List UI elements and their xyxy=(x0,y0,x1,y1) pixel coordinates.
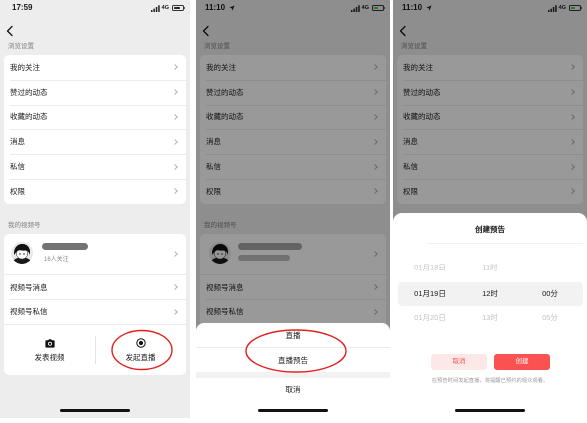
modal-title: 创建预告 xyxy=(475,225,505,234)
home-indicator[interactable] xyxy=(60,409,130,412)
chevron-right-icon xyxy=(172,114,178,120)
menu-item-label: 赞过的动态 xyxy=(10,87,48,97)
chevron-right-icon xyxy=(172,284,178,290)
picker-hour[interactable]: 12时 xyxy=(460,288,520,300)
menu-item-label: 私信 xyxy=(10,162,25,172)
chevron-right-icon xyxy=(172,308,178,315)
menu-item-saved-posts[interactable]: 收藏的动态 xyxy=(4,104,186,130)
annotation-circle xyxy=(245,329,347,373)
menu-item-channel-private-messages[interactable]: 视频号私信 xyxy=(4,299,186,324)
sheet-cancel-button[interactable]: 取消 xyxy=(196,378,390,400)
battery-level xyxy=(173,6,180,10)
home-indicator[interactable] xyxy=(258,409,328,412)
picker-hour[interactable]: 13时 xyxy=(460,312,520,324)
cancel-button[interactable]: 取消 xyxy=(431,354,487,370)
menu-item-label: 收藏的动态 xyxy=(10,112,48,122)
menu-item-messages[interactable]: 消息 xyxy=(4,129,186,154)
menu-item-label: 消息 xyxy=(10,137,25,147)
chevron-right-icon xyxy=(172,64,178,71)
picker-minute[interactable] xyxy=(520,263,580,273)
menu-item-label: 视频号消息 xyxy=(10,282,48,292)
create-preview-modal: 创建预告 01月18日 11时 01月19日 12时 00分 01月20日 13… xyxy=(393,213,587,418)
browse-settings-card: 我的关注 赞过的动态 收藏的动态 消息 私信 权限 xyxy=(4,55,186,204)
menu-item-label: 视频号私信 xyxy=(10,307,48,316)
section-title-my-channel: 我的视频号 xyxy=(8,222,41,229)
picker-row-selected: 01月19日 12时 00分 xyxy=(400,288,580,300)
post-video-label: 发表视频 xyxy=(34,352,65,362)
preview-hint-text: 在预告时间发起直播，将提醒已预约的观众观看。 xyxy=(431,378,549,384)
chevron-right-icon xyxy=(172,163,178,170)
status-bar: 17:59 4G xyxy=(0,0,190,16)
screen-create-preview: 11:10 4G 浏览设置 我的关注 赞过的动态 收藏的动态 消息 私信 权限 … xyxy=(393,0,587,418)
back-button[interactable] xyxy=(5,25,15,37)
menu-item-private-messages[interactable]: 私信 xyxy=(4,154,186,179)
redacted-name xyxy=(42,243,88,250)
channel-profile-row[interactable]: 16人关注 xyxy=(4,234,186,274)
picker-row: 01月18日 11时 xyxy=(400,263,580,273)
picker-hour[interactable]: 11时 xyxy=(460,263,520,273)
picker-row: 01月20日 13时 05分 xyxy=(400,312,580,324)
picker-minute[interactable]: 05分 xyxy=(520,312,580,324)
menu-item-my-follows[interactable]: 我的关注 xyxy=(4,55,186,80)
avatar xyxy=(11,242,33,264)
chevron-right-icon xyxy=(172,251,178,257)
chevron-right-icon xyxy=(172,188,178,195)
menu-item-label: 权限 xyxy=(10,186,25,196)
create-button[interactable]: 创建 xyxy=(494,354,550,370)
chevron-right-icon xyxy=(172,89,178,96)
menu-item-permissions[interactable]: 权限 xyxy=(4,178,186,204)
battery-icon xyxy=(172,5,186,11)
divider xyxy=(95,336,96,364)
screen-live-action-sheet: 11:10 4G 浏览设置 我的关注 赞过的动态 收藏的动态 消息 私信 权限 … xyxy=(196,0,390,418)
post-video-button[interactable]: 发表视频 xyxy=(4,325,95,375)
screen-channel-settings: 17:59 4G 浏览设置 我的关注 赞过的动态 收藏的动态 消息 私信 权限 … xyxy=(0,0,190,418)
network-type: 4G xyxy=(161,5,169,11)
chevron-right-icon xyxy=(172,138,178,145)
status-indicators: 4G xyxy=(150,4,186,12)
menu-item-channel-messages[interactable]: 视频号消息 xyxy=(4,274,186,299)
status-time: 17:59 xyxy=(12,3,33,12)
picker-date[interactable]: 01月20日 xyxy=(400,312,460,324)
menu-item-label: 我的关注 xyxy=(10,62,40,72)
followers-count: 16人关注 xyxy=(44,257,69,263)
menu-item-liked-posts[interactable]: 赞过的动态 xyxy=(4,79,186,105)
signal-icon xyxy=(150,4,160,12)
annotation-circle xyxy=(111,329,173,371)
section-title-browse: 浏览设置 xyxy=(8,43,34,50)
picker-minute[interactable]: 00分 xyxy=(520,288,580,300)
divider xyxy=(427,243,583,244)
camera-icon xyxy=(44,338,55,348)
picker-date[interactable]: 01月19日 xyxy=(400,288,460,300)
home-indicator[interactable] xyxy=(455,409,525,412)
picker-date[interactable]: 01月18日 xyxy=(400,263,460,273)
